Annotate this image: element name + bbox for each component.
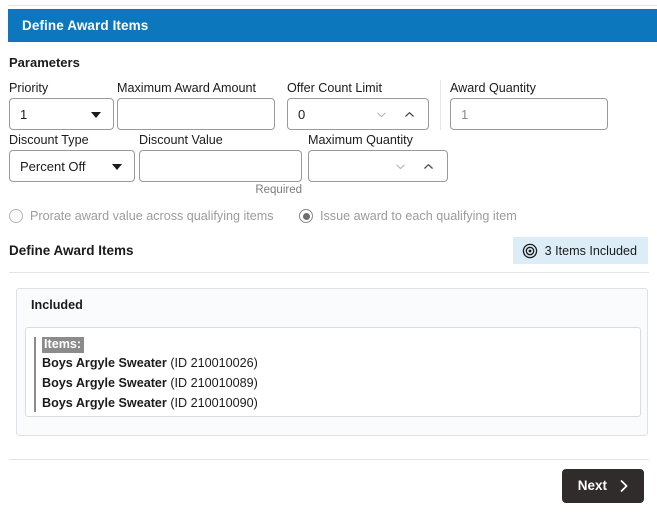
included-panel-title: Included [31, 298, 83, 312]
discount-value-input[interactable] [139, 150, 302, 182]
offer-count-limit-decrement-button[interactable] [368, 99, 394, 129]
radio-prorate-label: Prorate award value across qualifying it… [30, 209, 274, 223]
footer-divider [9, 459, 649, 460]
item-id: (ID 210010026) [170, 356, 258, 370]
chevron-down-icon [395, 161, 406, 172]
offer-count-limit-increment-button[interactable] [396, 99, 422, 129]
award-quantity-value: 1 [461, 106, 469, 122]
priority-select[interactable]: 1 [9, 98, 114, 130]
offer-count-limit-spinner[interactable]: 0 [287, 98, 429, 130]
chevron-right-icon [618, 479, 630, 493]
priority-label: Priority [9, 81, 49, 95]
items-included-badge[interactable]: 3 Items Included [512, 237, 648, 264]
included-items-box: Items: Boys Argyle Sweater (ID 210010026… [25, 327, 641, 417]
target-icon [522, 243, 538, 259]
radio-selected-icon [299, 209, 313, 223]
radio-issue-each-label: Issue award to each qualifying item [320, 209, 517, 223]
item-name: Boys Argyle Sweater [42, 376, 167, 390]
list-item[interactable]: Boys Argyle Sweater (ID 210010090) [42, 393, 640, 413]
field-discount-value: Discount Value [139, 133, 302, 182]
radio-unselected-icon [9, 209, 23, 223]
priority-value: 1 [20, 106, 28, 122]
chevron-down-icon [112, 164, 122, 170]
discount-type-value: Percent Off [20, 158, 86, 174]
field-maximum-award-amount: Maximum Award Amount [117, 81, 275, 130]
maximum-quantity-spinner[interactable] [308, 150, 448, 182]
define-award-items-heading: Define Award Items [9, 243, 134, 258]
discount-type-label: Discount Type [9, 133, 89, 147]
maximum-award-amount-input[interactable] [117, 98, 275, 130]
award-quantity-input[interactable]: 1 [450, 98, 608, 130]
chevron-up-icon [423, 161, 434, 172]
parameters-heading: Parameters [9, 55, 80, 70]
award-section-divider [9, 272, 649, 273]
items-included-label: 3 Items Included [544, 243, 637, 258]
field-discount-type: Discount Type Percent Off [9, 133, 135, 182]
award-distribution-options: Prorate award value across qualifying it… [9, 209, 649, 229]
item-id: (ID 210010089) [170, 376, 258, 390]
top-divider [8, 5, 657, 6]
maximum-quantity-increment-button[interactable] [415, 151, 441, 181]
chevron-up-icon [404, 109, 415, 120]
window-title-bar: Define Award Items [8, 9, 657, 42]
chevron-down-icon [376, 109, 387, 120]
included-panel: Included Items: Boys Argyle Sweater (ID … [16, 288, 648, 436]
maximum-award-amount-label: Maximum Award Amount [117, 81, 257, 95]
field-maximum-quantity: Maximum Quantity [308, 133, 448, 182]
discount-type-select[interactable]: Percent Off [9, 150, 135, 182]
maximum-quantity-label: Maximum Quantity [308, 133, 413, 147]
offer-count-limit-label: Offer Count Limit [287, 81, 382, 95]
offer-count-limit-value: 0 [298, 106, 306, 122]
maximum-quantity-decrement-button[interactable] [387, 151, 413, 181]
column-separator [440, 80, 441, 130]
window-title: Define Award Items [22, 18, 149, 33]
item-id: (ID 210010090) [170, 396, 258, 410]
chevron-down-icon [91, 112, 101, 118]
list-item[interactable]: Boys Argyle Sweater (ID 210010026) [42, 353, 640, 373]
next-button[interactable]: Next [561, 469, 644, 503]
define-award-items-page: Define Award Items Parameters Priority 1… [0, 0, 657, 516]
item-name: Boys Argyle Sweater [42, 396, 167, 410]
radio-prorate-award-value[interactable]: Prorate award value across qualifying it… [9, 209, 274, 223]
radio-issue-award-each-item[interactable]: Issue award to each qualifying item [299, 209, 517, 223]
award-quantity-label: Award Quantity [450, 81, 536, 95]
discount-value-helper-text: Required [255, 184, 302, 196]
list-item[interactable]: Boys Argyle Sweater (ID 210010089) [42, 373, 640, 393]
item-name: Boys Argyle Sweater [42, 356, 167, 370]
next-button-label: Next [577, 478, 607, 494]
field-offer-count-limit: Offer Count Limit 0 [287, 81, 429, 130]
included-items-list: Items: Boys Argyle Sweater (ID 210010026… [34, 335, 640, 413]
field-priority: Priority 1 [9, 81, 114, 130]
field-award-quantity: Award Quantity 1 [450, 81, 608, 130]
discount-value-label: Discount Value [139, 133, 223, 147]
items-list-label: Items: [42, 337, 85, 353]
